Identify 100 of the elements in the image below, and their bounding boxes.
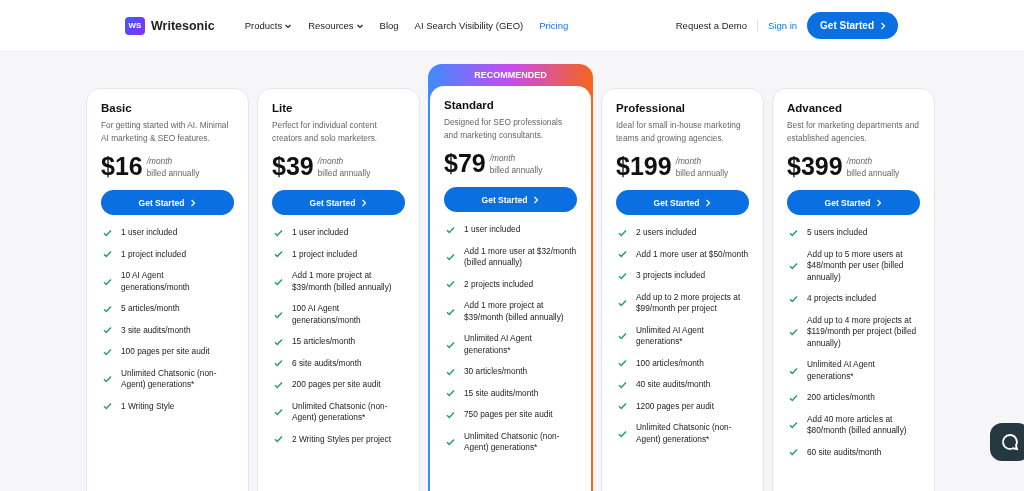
plan-name: Advanced [787,102,843,114]
nav-link[interactable]: Blog [379,20,399,31]
check-icon [446,367,455,376]
nav-link[interactable]: Products [244,20,293,31]
feature-text: 10 AI Agent generations/month [121,270,191,293]
check-icon [103,402,112,411]
plan-description: Perfect for individual content creators and solo marketers. [272,119,379,144]
get-started-button[interactable]: Get Started [807,12,898,39]
check-icon [789,327,798,336]
feature-text: 3 site audits/month [121,324,191,336]
check-icon [789,393,798,402]
feature-text: Unlimited AI Agent generations* [636,324,705,348]
feature-text: 1 Writing Style [121,400,175,412]
check-icon [274,435,283,444]
feature-text: 2 projects included [464,278,534,290]
check-icon [103,304,112,313]
plan-name: Standard [444,99,495,111]
plan-name: Professional [616,102,687,114]
check-icon [446,225,455,234]
check-icon [274,359,283,368]
check-icon [789,294,798,303]
check-icon [789,261,798,270]
sign-in-link[interactable]: Sign in [768,20,798,31]
feature-text: Unlimited AI Agent generations* [464,333,533,356]
billing-note: billed annually [675,166,729,179]
plan-name: Basic [101,102,133,114]
feature-text: 1200 pages per audit [636,400,714,412]
check-icon [103,250,112,259]
check-icon [789,228,798,237]
check-icon [274,380,283,389]
feature-text: 40 site audits/month [636,379,711,391]
feature-text: 1 user included [121,227,178,239]
get-started-button[interactable]: Get Started [787,190,920,215]
check-icon [103,347,112,356]
check-icon [103,277,112,286]
recommended-label: RECOMMENDED [473,69,548,82]
check-icon [618,250,627,259]
feature-text: 750 pages per site audit [464,409,553,421]
plan-name: Lite [272,102,294,114]
plan-price: $79 [444,149,486,178]
check-icon [446,340,455,349]
feature-text: 1 project included [121,248,187,260]
nav-link[interactable]: AI Search Visibility (GEO) [414,20,524,31]
check-icon [274,277,283,286]
check-icon [103,326,112,335]
feature-text: 2 Writing Styles per project [292,433,391,445]
feature-text: 200 articles/month [807,392,875,404]
chevron-icon [880,21,886,30]
chat-button[interactable] [990,423,1024,461]
feature-text: 1 user included [292,227,349,239]
request-demo-link[interactable]: Request a Demo [675,20,759,31]
feature-text: Unlimited Chatsonic (non-Agent) generations* [464,430,561,454]
check-icon [789,448,798,457]
plan-description: For getting started with AI. Minimal AI marketing & SEO features. [101,119,230,144]
plan-description: Ideal for small in-house marketing teams and growing agencies. [616,119,742,144]
check-icon [446,307,455,316]
feature-text: 100 pages per site audit [121,346,210,358]
get-started-button[interactable]: Get Started [616,190,749,215]
check-icon [274,310,283,319]
check-icon [446,280,455,289]
plan-price: $16 [101,152,143,181]
plan-description: Best for marketing departments and established agencies. [787,119,920,144]
feature-text: Add up to 4 more projects at $119/month per project (billed annually) [807,314,918,349]
billing-note: billed annually [846,166,900,179]
feature-text: 30 articles/month [464,366,528,378]
logo-icon[interactable]: WS [125,16,145,35]
nav-link[interactable]: Pricing [539,20,569,31]
feature-text: 100 articles/month [636,357,704,369]
feature-text: 15 articles/month [292,336,356,348]
billing-note: billed annually [146,166,200,179]
check-icon [274,337,283,346]
feature-text: 3 projects included [636,270,706,282]
check-icon [618,228,627,237]
check-icon [446,253,455,261]
check-icon [618,299,627,307]
get-started-button[interactable]: Get Started [272,190,405,215]
feature-text: 6 site audits/month [292,357,362,369]
feature-text: 5 articles/month [121,303,180,315]
price-period: /month [489,151,517,164]
feature-text: Add 1 more project at $39/month (billed annually) [464,300,565,323]
feature-text: Add 1 more user at $32/month (billed annually) [464,245,577,269]
check-icon [446,438,455,446]
plan-price: $399 [787,152,843,181]
check-icon [618,380,627,389]
plan-price: $39 [272,152,314,181]
logo-text[interactable]: Writesonic [151,18,215,33]
nav-link[interactable]: Resources [308,20,364,31]
get-started-button[interactable]: Get Started [101,190,234,215]
feature-text: Add up to 2 more projects at $99/month per project [636,291,742,315]
plan-price: $199 [616,152,672,181]
check-icon [789,366,798,375]
feature-text: 4 projects included [807,293,877,305]
feature-text: Add 1 more user at $50/month [636,248,749,260]
check-icon [103,375,112,383]
get-started-button[interactable]: Get Started [444,187,577,212]
feature-text: 1 project included [292,248,358,260]
feature-text: Add 1 more project at $39/month (billed annually) [292,270,393,293]
check-icon [618,359,627,368]
price-period: /month [146,154,174,167]
feature-text: 100 AI Agent generations/month [292,303,362,326]
